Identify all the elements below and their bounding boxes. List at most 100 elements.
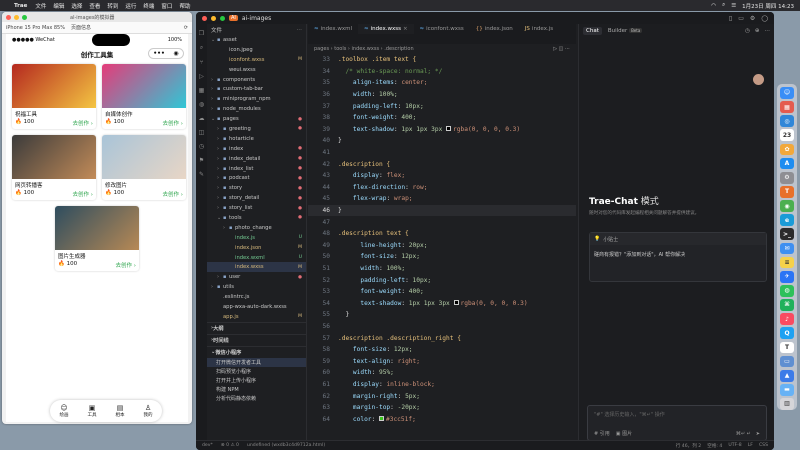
file-tree-item[interactable]: index.json M: [207, 243, 306, 253]
new-chat-icon[interactable]: ⊕: [755, 28, 760, 34]
file-tree-item[interactable]: › ▪ story ●: [207, 183, 306, 193]
edge-icon[interactable]: e: [780, 214, 794, 227]
file-tree-item[interactable]: ⌄ ▪ tools ●: [207, 213, 306, 223]
file-tree-item[interactable]: index.wxss M: [207, 262, 306, 273]
tool-card[interactable]: 自媒体创作 🔥 100 去创作 ›: [102, 64, 186, 129]
file-tree-item[interactable]: index.wxml U: [207, 253, 306, 263]
sidebar-section-header[interactable]: ⌄ 微信小程序: [207, 345, 306, 358]
chat-input[interactable]: "#" 选择历史输入，"⌘↵" 操作 # 引用 ▣ 图片 ⌘↵ ↵ ➤: [587, 405, 767, 441]
file-tree-item[interactable]: weui.wxss: [207, 65, 306, 75]
file-tree-item[interactable]: › ▪ hotarticle: [207, 134, 306, 144]
more-icon[interactable]: ⋯: [297, 27, 303, 33]
wechat-icon[interactable]: ◍: [199, 101, 204, 108]
explorer-icon[interactable]: ❐: [199, 30, 204, 37]
account-icon[interactable]: ◯: [761, 15, 768, 22]
status-item[interactable]: UTF-8: [728, 443, 741, 449]
file-tree-item[interactable]: › ▪ index ●: [207, 144, 306, 154]
tool-card[interactable]: 图片生成器 🔥 100 去创作 ›: [55, 206, 139, 271]
keynote-icon[interactable]: ▲: [780, 369, 794, 382]
color-swatch[interactable]: [379, 416, 384, 422]
notes-icon[interactable]: ≡: [780, 256, 794, 269]
wechat-action-item[interactable]: 分析代码静态依赖: [207, 394, 306, 403]
control-center-icon[interactable]: ☰: [731, 3, 736, 9]
terminal-icon[interactable]: >_: [780, 228, 794, 241]
file-tree-item[interactable]: iconfont.wxss M: [207, 55, 306, 65]
status-item[interactable]: 空格: 4: [707, 443, 722, 449]
reference-button[interactable]: # 引用: [594, 430, 610, 437]
create-link[interactable]: 去创作 ›: [73, 119, 93, 127]
page-info-button[interactable]: 页面信息: [71, 24, 91, 31]
zoom-window-icon[interactable]: [22, 14, 27, 20]
close-window-icon[interactable]: [6, 14, 11, 20]
toggle-panel-icon[interactable]: ▭: [738, 15, 744, 22]
editor-tab[interactable]: {} index.json: [470, 24, 519, 34]
code-area[interactable]: 33 .toolbox .item text {34 /* white-space…: [308, 54, 576, 425]
file-tree-item[interactable]: › ▪ story_list ●: [207, 203, 306, 213]
settings-icon[interactable]: ⚙: [780, 171, 794, 184]
wechat-action-item[interactable]: 打开微信开发者工具: [207, 357, 306, 367]
tool-card[interactable]: 网页转播客 🔥 100 去创作 ›: [12, 135, 96, 200]
editor-tab[interactable]: ≈ index.wxml: [308, 24, 358, 34]
safari-icon[interactable]: ◎: [780, 115, 794, 128]
search-icon[interactable]: ⌕: [722, 2, 725, 9]
file-tree-item[interactable]: › ▪ podcast ●: [207, 173, 306, 183]
file-tree-item[interactable]: › ▪ index_detail ●: [207, 154, 306, 164]
mail-icon[interactable]: ✉: [780, 242, 794, 255]
search-icon[interactable]: ⌕: [200, 44, 203, 52]
problems-indicator[interactable]: ⊗ 0 ⚠ 0: [221, 443, 239, 448]
rotate-icon[interactable]: ⟳: [184, 25, 188, 31]
settings-icon[interactable]: ⚙: [750, 15, 755, 22]
finder-icon[interactable]: ☺: [780, 87, 794, 99]
debug-icon[interactable]: ▷: [199, 73, 204, 80]
status-item[interactable]: CSS: [759, 443, 768, 449]
menu-item[interactable]: 转到: [107, 2, 118, 10]
file-tree-item[interactable]: › ▪ story_detail ●: [207, 193, 306, 203]
bookmark-icon[interactable]: ⚑: [199, 157, 204, 164]
file-tree-item[interactable]: index.js U: [207, 233, 306, 243]
editor-tab[interactable]: ≈ iconfont.wxss: [414, 24, 470, 34]
sidebar-section-header[interactable]: › 时间线: [207, 333, 306, 346]
close-window-icon[interactable]: [202, 15, 207, 21]
history-icon[interactable]: ◷: [745, 28, 750, 34]
menu-item[interactable]: 编辑: [53, 2, 64, 10]
tool-card[interactable]: 祝福工具 🔥 100 去创作 ›: [12, 64, 96, 129]
color-swatch[interactable]: [453, 300, 459, 306]
device-select[interactable]: iPhone 15 Pro Max 85%: [6, 25, 65, 31]
cloud-icon[interactable]: ☁: [199, 115, 205, 122]
calendar-icon[interactable]: 23: [780, 129, 794, 142]
tab-2[interactable]: ▣ 工具: [88, 404, 97, 418]
file-tree-item[interactable]: › ▪ custom-tab-bar: [207, 84, 306, 94]
color-swatch[interactable]: [446, 126, 452, 132]
file-tree-item[interactable]: ⌄ ▪ asset: [207, 35, 306, 45]
file-tree-item[interactable]: › ▪ node_modules: [207, 104, 306, 114]
send-icon[interactable]: ➤: [756, 431, 760, 437]
wifi-icon[interactable]: ◠: [711, 3, 716, 9]
menubar-app-name[interactable]: Trae: [14, 3, 27, 9]
typora-icon[interactable]: T: [780, 341, 794, 354]
extensions-icon[interactable]: ▦: [199, 87, 205, 94]
file-tree-item[interactable]: › ▪ utils: [207, 282, 306, 292]
appstore-icon[interactable]: A: [780, 157, 794, 170]
file-tree-item[interactable]: › ▪ components: [207, 75, 306, 85]
tab-1[interactable]: ☺ 绘画: [60, 404, 69, 418]
wechat-action-item[interactable]: 扫码预览小程序: [207, 367, 306, 376]
file-tree-item[interactable]: › ▪ greeting ●: [207, 124, 306, 134]
status-item[interactable]: 行 46，列 2: [676, 443, 701, 449]
source-control-icon[interactable]: ⑂: [200, 59, 204, 66]
menu-item[interactable]: 选择: [71, 2, 82, 10]
wechat-action-item[interactable]: 打开并上传小程序: [207, 376, 306, 385]
menu-item[interactable]: 帮助: [179, 2, 190, 10]
photos-icon[interactable]: ✿: [780, 143, 794, 156]
tab-3[interactable]: ▤ 相本: [116, 404, 125, 418]
create-link[interactable]: 去创作 ›: [73, 190, 93, 198]
avatar[interactable]: [753, 74, 764, 85]
menubar-datetime[interactable]: 1月23日 周四 14:23: [742, 2, 794, 10]
zoom-window-icon[interactable]: [220, 15, 225, 21]
minimize-window-icon[interactable]: [14, 14, 19, 20]
history-icon[interactable]: ◷: [199, 143, 204, 150]
file-tree-item[interactable]: icon.jpeg: [207, 45, 306, 55]
more-icon[interactable]: ⋯: [565, 46, 570, 52]
file-tree-item[interactable]: app-wxa-auto-dark.wxss: [207, 302, 306, 312]
more-icon[interactable]: ⋯: [765, 28, 771, 34]
close-icon[interactable]: ×: [403, 26, 408, 32]
